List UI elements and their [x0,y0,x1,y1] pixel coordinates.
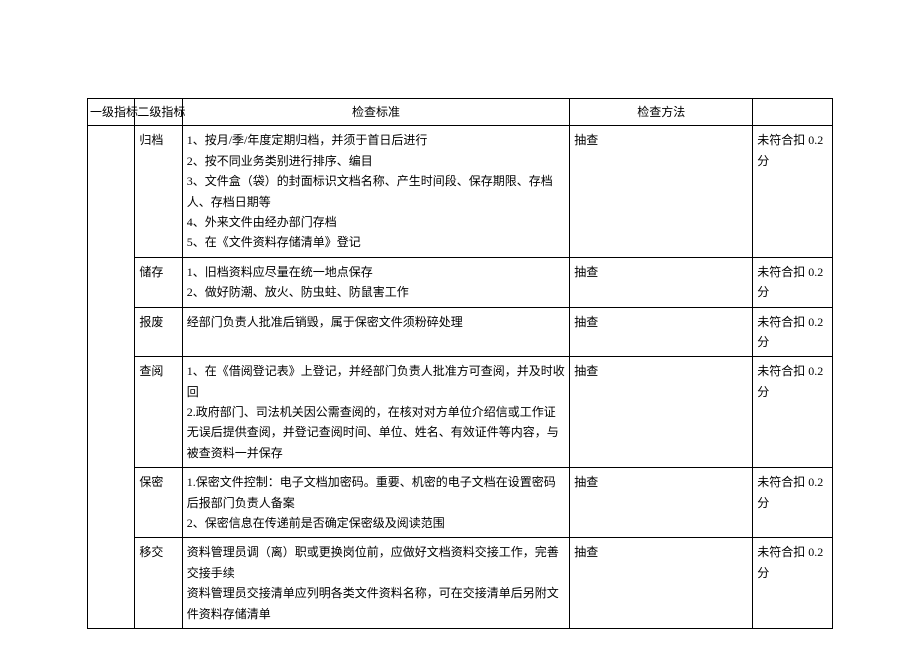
cell-level2: 储存 [135,257,182,307]
cell-method: 抽查 [570,307,753,357]
cell-level2: 保密 [135,468,182,538]
table-row: 储存 1、旧档资料应尽量在统一地点保存2、做好防潮、放火、防虫蛀、防鼠害工作 抽… [88,257,833,307]
table-row: 保密 1.保密文件控制：电子文档加密码。重要、机密的电子文档在设置密码后报部门负… [88,468,833,538]
cell-method: 抽查 [570,538,753,629]
cell-score: 未符合扣 0.2 分 [753,357,833,468]
cell-standard: 1.保密文件控制：电子文档加密码。重要、机密的电子文档在设置密码后报部门负责人备… [182,468,570,538]
cell-level2: 报废 [135,307,182,357]
cell-method: 抽查 [570,468,753,538]
table-row: 归档 1、按月/季/年度定期归档，并须于首日后进行2、按不同业务类别进行排序、编… [88,126,833,257]
header-method: 检查方法 [570,99,753,126]
cell-standard: 1、在《借阅登记表》上登记，并经部门负责人批准方可查阅，并及时收回2.政府部门、… [182,357,570,468]
cell-method: 抽查 [570,126,753,257]
cell-score: 未符合扣 0.2 分 [753,307,833,357]
cell-score: 未符合扣 0.2 分 [753,126,833,257]
cell-score: 未符合扣 0.2 分 [753,538,833,629]
cell-level2: 查阅 [135,357,182,468]
cell-score: 未符合扣 0.2 分 [753,468,833,538]
header-level2: 二级指标 [135,99,182,126]
inspection-table: 一级指标 二级指标 检查标准 检查方法 归档 1、按月/季/年度定期归档，并须于… [87,98,833,629]
cell-method: 抽查 [570,357,753,468]
cell-standard: 经部门负责人批准后销毁，属于保密文件须粉碎处理 [182,307,570,357]
table-row: 报废 经部门负责人批准后销毁，属于保密文件须粉碎处理 抽查 未符合扣 0.2 分 [88,307,833,357]
cell-method: 抽查 [570,257,753,307]
cell-standard: 1、按月/季/年度定期归档，并须于首日后进行2、按不同业务类别进行排序、编目3、… [182,126,570,257]
header-standard: 检查标准 [182,99,570,126]
header-score [753,99,833,126]
table-row: 移交 资料管理员调（离）职或更换岗位前，应做好文档资料交接工作，完善交接手续资料… [88,538,833,629]
cell-standard: 资料管理员调（离）职或更换岗位前，应做好文档资料交接工作，完善交接手续资料管理员… [182,538,570,629]
cell-score: 未符合扣 0.2 分 [753,257,833,307]
table-row: 查阅 1、在《借阅登记表》上登记，并经部门负责人批准方可查阅，并及时收回2.政府… [88,357,833,468]
cell-level2: 移交 [135,538,182,629]
table-header-row: 一级指标 二级指标 检查标准 检查方法 [88,99,833,126]
header-level1: 一级指标 [88,99,135,126]
cell-level1 [88,126,135,629]
cell-standard: 1、旧档资料应尽量在统一地点保存2、做好防潮、放火、防虫蛀、防鼠害工作 [182,257,570,307]
cell-level2: 归档 [135,126,182,257]
